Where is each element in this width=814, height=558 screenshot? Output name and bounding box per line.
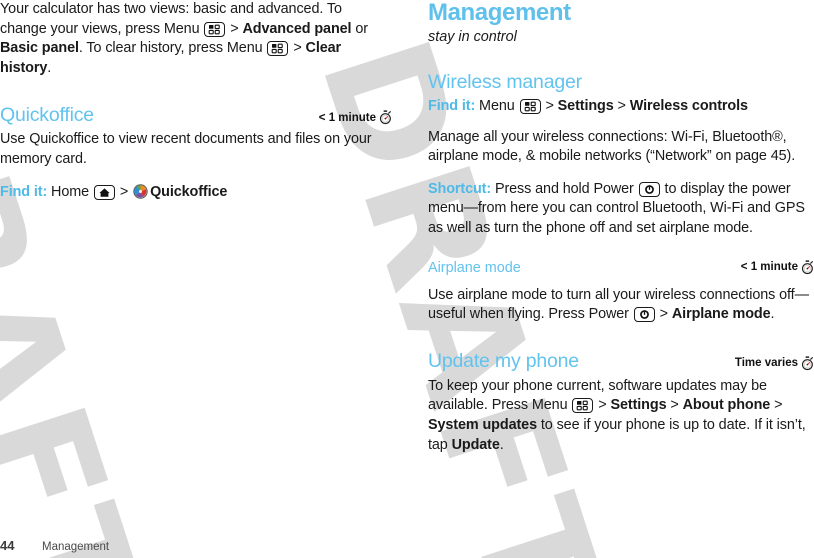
- find-it-sep-1: >: [541, 98, 558, 114]
- basic-panel-label: Basic panel: [0, 40, 79, 57]
- power-key-icon: [638, 181, 660, 197]
- update-text-6: .: [499, 436, 504, 453]
- update-my-phone-heading: Update my phone: [428, 349, 579, 372]
- find-it-menu-text: Menu: [475, 98, 519, 114]
- calculator-intro-paragraph: Your calculator has two views: basic and…: [0, 0, 392, 78]
- left-column: Your calculator has two views: basic and…: [0, 0, 392, 215]
- update-my-phone-time-label: Time varies: [734, 357, 798, 370]
- wireless-manager-body: Manage all your wireless connections: Wi…: [428, 128, 796, 165]
- settings-label: Settings: [557, 98, 614, 114]
- calc-intro-text-4: . To clear history, press Menu: [78, 40, 267, 57]
- update-label: Update: [451, 436, 500, 453]
- wireless-manager-heading-row: Wireless manager: [428, 70, 814, 94]
- power-key-icon: [633, 307, 655, 323]
- quickoffice-heading-row: Quickoffice < 1 minute: [0, 103, 392, 127]
- page-title: Management: [428, 0, 571, 26]
- quickoffice-target-label: Quickoffice: [150, 183, 228, 200]
- settings-label: Settings: [610, 397, 667, 414]
- find-it-separator: >: [115, 183, 133, 200]
- airplane-body-text-2: >: [655, 306, 672, 323]
- stopwatch-icon: [801, 356, 814, 371]
- update-my-phone-body: To keep your phone current, software upd…: [428, 377, 814, 455]
- home-key-icon: [93, 184, 115, 200]
- quickoffice-heading: Quickoffice: [0, 104, 94, 127]
- airplane-mode-body: Use airplane mode to turn all your wirel…: [428, 286, 814, 325]
- quickoffice-time-badge: < 1 minute: [319, 110, 392, 127]
- airplane-body-text-3: .: [770, 306, 775, 323]
- calc-intro-text-5: >: [289, 40, 306, 57]
- stopwatch-icon: [379, 110, 392, 125]
- page-number: 44: [0, 538, 15, 553]
- airplane-mode-time-badge: < 1 minute: [740, 259, 814, 277]
- wireless-controls-label: Wireless controls: [629, 98, 748, 114]
- wireless-manager-heading: Wireless manager: [428, 71, 582, 93]
- about-phone-label: About phone: [682, 397, 771, 414]
- right-column: Management stay in control Wireless mana…: [428, 0, 814, 468]
- footer-section-title: Management: [42, 541, 110, 553]
- find-it-label: Find it:: [0, 183, 48, 200]
- wireless-manager-shortcut: Shortcut: Press and hold Power to displa…: [428, 180, 814, 239]
- quickoffice-time-label: < 1 minute: [318, 111, 376, 124]
- find-it-home-text: Home: [47, 183, 93, 200]
- calc-intro-text-3: or: [351, 20, 368, 37]
- menu-key-icon: [572, 398, 594, 414]
- menu-key-icon: [519, 99, 541, 114]
- update-text-2: >: [594, 397, 611, 414]
- quickoffice-find-it: Find it: Home > Quickoffice: [0, 183, 392, 203]
- shortcut-text-1: Press and hold Power: [491, 180, 638, 197]
- advanced-panel-label: Advanced panel: [242, 20, 352, 37]
- update-text-3: >: [666, 397, 683, 414]
- system-updates-label: System updates: [428, 416, 537, 433]
- page-footer: 44 Management: [0, 538, 814, 553]
- airplane-mode-heading: Airplane mode: [428, 259, 521, 276]
- calc-intro-text-6: .: [47, 59, 52, 76]
- find-it-label: Find it:: [428, 98, 476, 114]
- quickoffice-body: Use Quickoffice to view recent documents…: [0, 131, 372, 167]
- quickoffice-app-icon: [133, 183, 148, 199]
- calc-intro-text-2: >: [226, 20, 243, 37]
- manual-page: DRAFT DRAFT Your calculator has two view…: [0, 0, 814, 558]
- update-text-4: >: [770, 397, 783, 414]
- stopwatch-icon: [801, 259, 814, 275]
- shortcut-label: Shortcut:: [428, 180, 492, 197]
- airplane-mode-time-label: < 1 minute: [740, 261, 798, 274]
- airplane-mode-label: Airplane mode: [671, 306, 771, 323]
- menu-key-icon: [267, 41, 289, 57]
- wireless-manager-find-it: Find it: Menu > Settings > Wireless cont…: [428, 97, 814, 117]
- page-subtitle: stay in control: [428, 29, 517, 45]
- menu-key-icon: [204, 21, 226, 37]
- airplane-mode-heading-row: Airplane mode < 1 minute: [428, 259, 814, 277]
- update-my-phone-time-badge: Time varies: [735, 356, 814, 373]
- find-it-sep-2: >: [613, 98, 630, 114]
- update-my-phone-heading-row: Update my phone Time varies: [428, 349, 814, 373]
